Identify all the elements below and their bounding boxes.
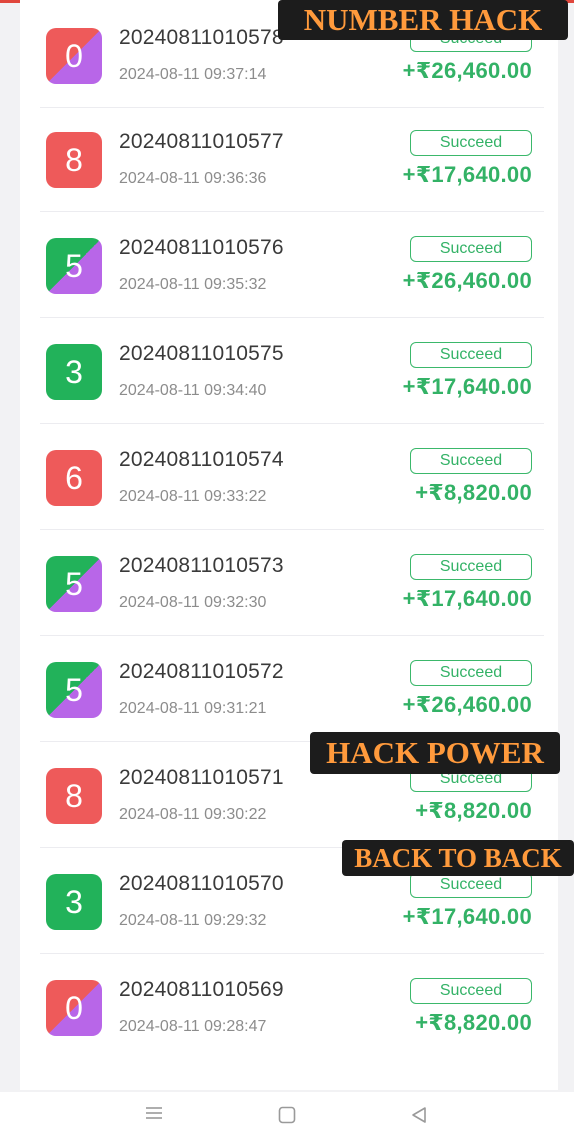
- record-timestamp: 2024-08-11 09:31:21: [119, 700, 267, 717]
- status-badge: Succeed: [410, 130, 532, 156]
- period-number: 20240811010570: [119, 872, 284, 895]
- record-row[interactable]: 5 20240811010576 2024-08-11 09:35:32 Succee…: [20, 212, 558, 318]
- record-timestamp: 2024-08-11 09:30:22: [119, 806, 267, 823]
- result-number-badge: 8: [46, 132, 102, 188]
- record-row[interactable]: 5 20240811010572 2024-08-11 09:31:21 Succee…: [20, 636, 558, 742]
- overlay-back-to-back: BACK TO BACK: [342, 840, 574, 876]
- record-timestamp: 2024-08-11 09:36:36: [119, 170, 267, 187]
- record-timestamp: 2024-08-11 09:33:22: [119, 488, 267, 505]
- record-timestamp: 2024-08-11 09:29:32: [119, 912, 267, 929]
- record-timestamp: 2024-08-11 09:37:14: [119, 66, 267, 83]
- period-number: 20240811010574: [119, 448, 284, 471]
- result-number-badge: 5: [46, 556, 102, 612]
- period-number: 20240811010572: [119, 660, 284, 683]
- win-amount: +₹26,460.00: [402, 268, 532, 293]
- status-badge: Succeed: [410, 342, 532, 368]
- overlay-hack-power: HACK POWER: [310, 732, 560, 774]
- record-row[interactable]: 8 20240811010577 2024-08-11 09:36:36 Succee…: [20, 106, 558, 212]
- win-amount: +₹17,640.00: [402, 162, 532, 187]
- status-badge: Succeed: [410, 660, 532, 686]
- record-timestamp: 2024-08-11 09:32:30: [119, 594, 267, 611]
- result-number-badge: 5: [46, 238, 102, 294]
- record-row[interactable]: 5 20240811010573 2024-08-11 09:32:30 Succee…: [20, 530, 558, 636]
- win-amount: +₹8,820.00: [415, 1010, 532, 1035]
- period-number: 20240811010575: [119, 342, 284, 365]
- bet-history-list: 0 20240811010578 2024-08-11 09:37:14 Succee…: [20, 0, 558, 1090]
- system-navigation-bar: [0, 1092, 574, 1130]
- status-badge: Succeed: [410, 448, 532, 474]
- triangle-back-icon[interactable]: [410, 1106, 428, 1129]
- period-number: 20240811010577: [119, 130, 284, 153]
- win-amount: +₹26,460.00: [402, 58, 532, 83]
- record-timestamp: 2024-08-11 09:35:32: [119, 276, 267, 293]
- period-number: 20240811010576: [119, 236, 284, 259]
- period-number: 20240811010569: [119, 978, 284, 1001]
- result-number-badge: 5: [46, 662, 102, 718]
- menu-lines-icon[interactable]: [145, 1106, 163, 1125]
- period-number: 20240811010578: [119, 26, 284, 49]
- win-amount: +₹17,640.00: [402, 586, 532, 611]
- result-number-badge: 3: [46, 874, 102, 930]
- win-amount: +₹17,640.00: [402, 904, 532, 929]
- status-badge: Succeed: [410, 554, 532, 580]
- record-row[interactable]: 0 20240811010569 2024-08-11 09:28:47 Succee…: [20, 954, 558, 1060]
- result-number-badge: 3: [46, 344, 102, 400]
- result-number-badge: 8: [46, 768, 102, 824]
- record-timestamp: 2024-08-11 09:34:40: [119, 382, 267, 399]
- win-amount: +₹17,640.00: [402, 374, 532, 399]
- overlay-number-hack: NUMBER HACK: [278, 0, 568, 40]
- record-timestamp: 2024-08-11 09:28:47: [119, 1018, 267, 1035]
- status-badge: Succeed: [410, 236, 532, 262]
- period-number: 20240811010573: [119, 554, 284, 577]
- result-number-badge: 6: [46, 450, 102, 506]
- record-row[interactable]: 3 20240811010575 2024-08-11 09:34:40 Succee…: [20, 318, 558, 424]
- result-number-badge: 0: [46, 28, 102, 84]
- period-number: 20240811010571: [119, 766, 284, 789]
- result-number-badge: 0: [46, 980, 102, 1036]
- square-home-icon[interactable]: [278, 1106, 296, 1129]
- record-row[interactable]: 6 20240811010574 2024-08-11 09:33:22 Succee…: [20, 424, 558, 530]
- win-amount: +₹8,820.00: [415, 480, 532, 505]
- status-badge: Succeed: [410, 978, 532, 1004]
- win-amount: +₹8,820.00: [415, 798, 532, 823]
- win-amount: +₹26,460.00: [402, 692, 532, 717]
